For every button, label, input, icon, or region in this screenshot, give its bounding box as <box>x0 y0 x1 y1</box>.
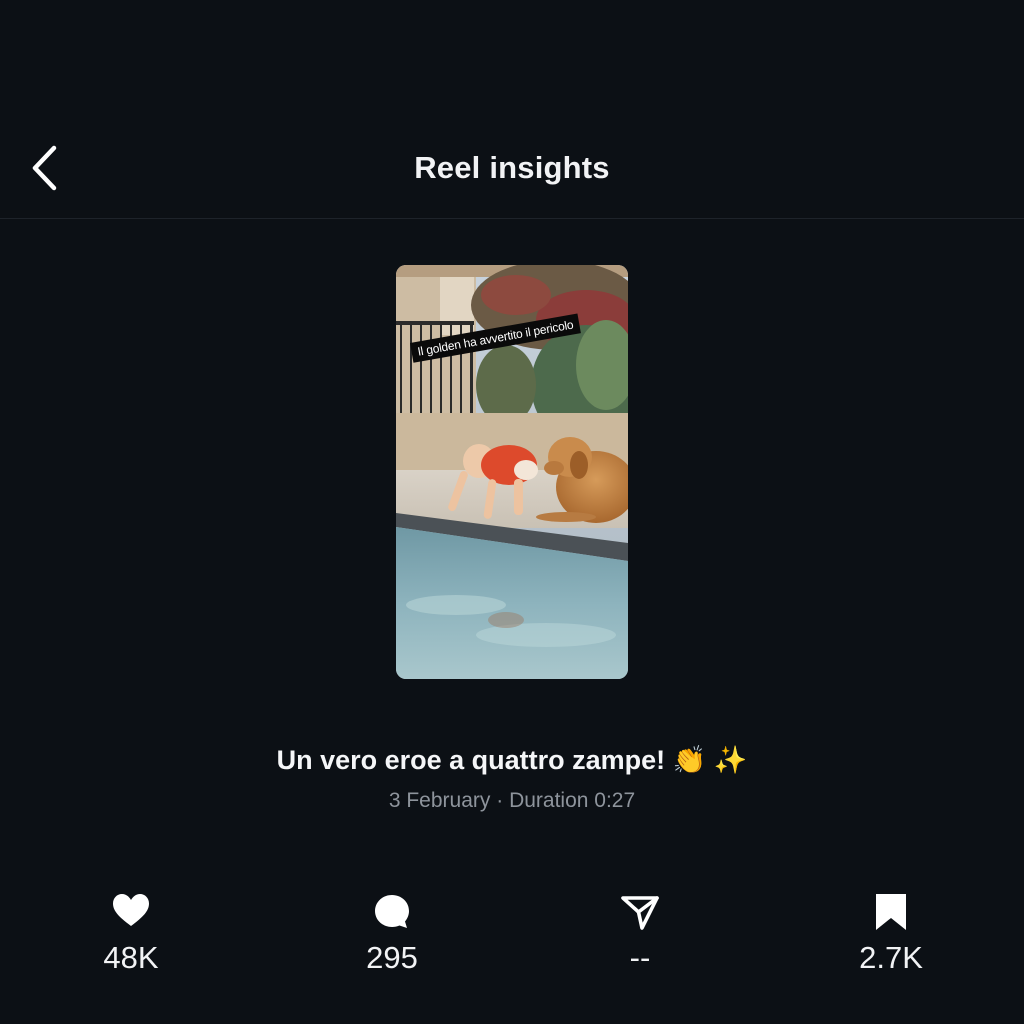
shares-stat[interactable]: -- <box>540 890 740 976</box>
reel-meta: 3 February · Duration 0:27 <box>0 789 1024 813</box>
heart-icon <box>113 894 149 926</box>
meta-separator: · <box>496 789 504 812</box>
comment-icon <box>375 895 409 928</box>
bookmark-icon <box>876 894 906 930</box>
reel-thumbnail[interactable]: Il golden ha avvertito il pericolo <box>396 265 628 679</box>
saves-stat[interactable]: 2.7K <box>791 890 991 976</box>
likes-count: 48K <box>103 940 159 975</box>
reel-date: 3 February <box>388 789 491 812</box>
likes-stat[interactable]: 48K <box>31 890 231 976</box>
reel-insights-screen: Reel insights Il golden ha avvertito il … <box>0 0 1024 1024</box>
shares-count: -- <box>629 940 651 975</box>
comments-count: 295 <box>366 940 418 975</box>
duration-label: Duration <box>509 789 589 812</box>
saves-count: 2.7K <box>859 940 923 975</box>
share-icon <box>621 896 659 930</box>
comments-stat[interactable]: 295 <box>292 890 492 976</box>
reel-caption: Un vero eroe a quattro zampe! 👏 ✨ <box>276 745 748 775</box>
page-title: Reel insights <box>414 150 610 185</box>
header: Reel insights <box>0 120 1024 219</box>
reel-duration: 0:27 <box>594 789 636 812</box>
